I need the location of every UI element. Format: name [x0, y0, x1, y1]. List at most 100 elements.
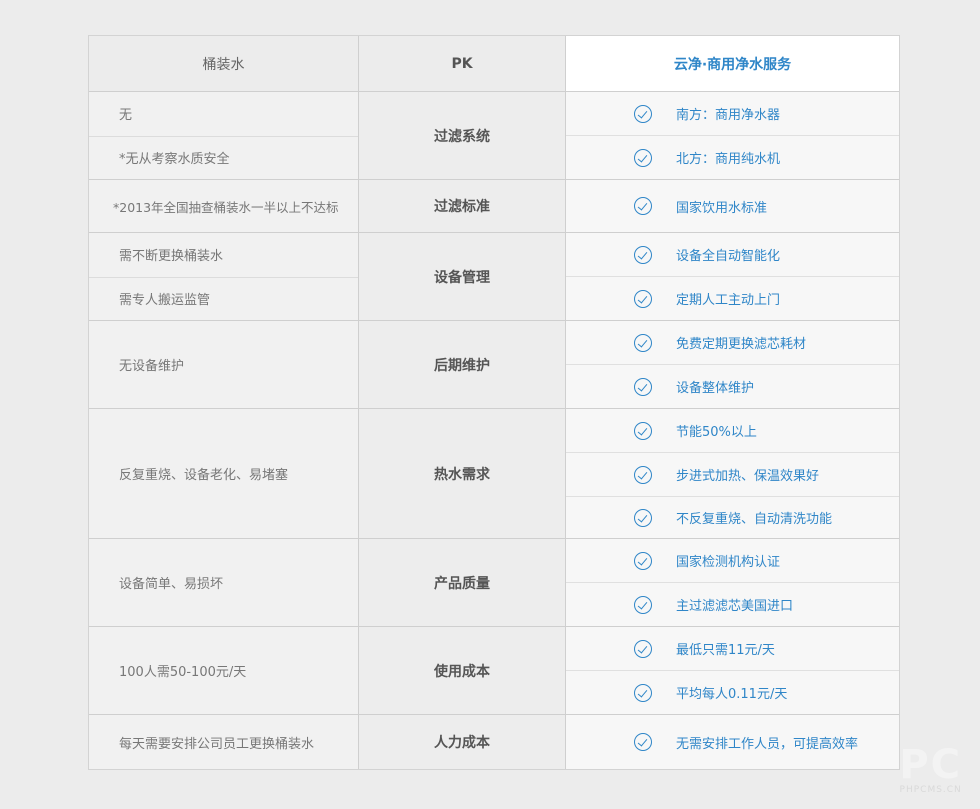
service-feature-text: 设备全自动智能化 — [676, 249, 781, 264]
table-row: 每天需要安排公司员工更换桶装水 人力成本 无需安排工作人员，可提高效率 — [89, 714, 899, 769]
service-feature-text: 不反复重烧、自动清洗功能 — [676, 512, 833, 527]
bottled-water-cell: *2013年全国抽查桶装水一半以上不达标 — [89, 180, 359, 232]
header-pk: PK — [359, 36, 566, 91]
table-row: 需不断更换桶装水需专人搬运监管 设备管理 设备全自动智能化 定期人工主动上门 — [89, 232, 899, 320]
check-circle-icon — [634, 551, 652, 570]
check-circle-icon — [634, 333, 652, 352]
comparison-table: 桶装水 PK 云净·商用净水服务 无 *无从考察水质安全 过滤系统 南方：商用净水器北… — [88, 35, 900, 770]
service-feature-text: 步进式加热、保温效果好 — [676, 469, 820, 484]
bottled-water-cell: 需不断更换桶装水需专人搬运监管 — [89, 233, 359, 320]
category-cell: 热水需求 — [359, 409, 566, 538]
header-bottled-water: 桶装水 — [89, 36, 359, 91]
service-cell: 设备全自动智能化 定期人工主动上门 — [566, 233, 899, 320]
service-cell: 节能50%以上步进式加热、保温效果好 不反复重烧、自动清洗功能 — [566, 409, 899, 538]
bottled-water-text: 无设备维护 — [119, 359, 185, 374]
service-feature-text: 主过滤滤芯美国进口 — [676, 599, 794, 614]
table-row: 设备简单、易损坏 产品质量 国家检测机构认证 主过滤滤芯美国进口 — [89, 538, 899, 626]
table-row: *2013年全国抽查桶装水一半以上不达标 过滤标准 国家饮用水标准 — [89, 179, 899, 232]
category-cell: 过滤系统 — [359, 92, 566, 179]
bottled-water-text: 需专人搬运监管 — [89, 276, 358, 321]
service-feature: 国家检测机构认证 — [566, 539, 899, 582]
service-feature-text: 定期人工主动上门 — [676, 293, 781, 308]
service-feature: 北方：商用纯水机 — [566, 135, 899, 179]
bottled-water-cell: 设备简单、易损坏 — [89, 539, 359, 626]
category-label: 使用成本 — [434, 663, 490, 680]
service-feature-text: 平均每人0.11元/天 — [676, 687, 788, 702]
check-circle-icon — [634, 508, 652, 527]
bottled-water-text: *无从考察水质安全 — [89, 135, 358, 180]
bottled-water-text: *2013年全国抽查桶装水一半以上不达标 — [113, 199, 339, 215]
category-cell: 人力成本 — [359, 715, 566, 769]
service-feature-text: 南方：商用净水器 — [676, 108, 781, 123]
watermark-site: PHPCMS.CN — [899, 785, 962, 795]
category-cell: 产品质量 — [359, 539, 566, 626]
check-circle-icon — [634, 683, 652, 702]
header-yunjing-service: 云净·商用净水服务 — [566, 36, 899, 91]
service-feature-text: 无需安排工作人员，可提高效率 — [676, 736, 859, 752]
check-circle-icon — [634, 289, 652, 308]
table-row: 100人需50-100元/天 使用成本 最低只需11元/天 平均每人0.11元/天 — [89, 626, 899, 714]
bottled-water-cell: 反复重烧、设备老化、易堵塞 — [89, 409, 359, 538]
check-circle-icon — [634, 595, 652, 614]
service-feature: 节能50%以上 — [566, 409, 899, 452]
table-header: 桶装水 PK 云净·商用净水服务 — [89, 36, 899, 91]
bottled-water-text: 100人需50-100元/天 — [119, 665, 247, 680]
service-feature-text: 设备整体维护 — [676, 381, 755, 396]
check-circle-icon — [634, 104, 652, 123]
bottled-water-cell: 100人需50-100元/天 — [89, 627, 359, 714]
check-circle-icon — [634, 377, 652, 396]
category-cell: 设备管理 — [359, 233, 566, 320]
service-feature-text: 免费定期更换滤芯耗材 — [676, 337, 807, 352]
table-row: 无设备维护 后期维护 免费定期更换滤芯耗材 设备整体维护 — [89, 320, 899, 408]
check-circle-icon — [634, 421, 652, 440]
category-cell: 过滤标准 — [359, 180, 566, 232]
service-feature: 步进式加热、保温效果好 — [566, 452, 899, 496]
bottled-water-cell: 无 *无从考察水质安全 — [89, 92, 359, 179]
category-label: 热水需求 — [434, 466, 490, 483]
service-feature: 定期人工主动上门 — [566, 276, 899, 320]
category-label: 设备管理 — [434, 269, 490, 286]
service-feature: 设备全自动智能化 — [566, 233, 899, 276]
service-feature: 设备整体维护 — [566, 364, 899, 408]
category-label: 过滤标准 — [434, 199, 490, 215]
bottled-water-cell: 无设备维护 — [89, 321, 359, 408]
service-feature: 免费定期更换滤芯耗材 — [566, 321, 899, 364]
service-cell: 最低只需11元/天 平均每人0.11元/天 — [566, 627, 899, 714]
check-circle-icon — [634, 148, 652, 167]
service-feature: 不反复重烧、自动清洗功能 — [566, 496, 899, 538]
check-circle-icon — [634, 639, 652, 658]
service-feature-text: 北方：商用纯水机 — [676, 152, 781, 167]
category-label: 后期维护 — [434, 357, 490, 374]
category-label: 产品质量 — [434, 575, 490, 592]
service-feature-text: 最低只需11元/天 — [676, 643, 775, 658]
service-cell: 免费定期更换滤芯耗材 设备整体维护 — [566, 321, 899, 408]
check-circle-icon — [634, 197, 652, 215]
check-circle-icon — [634, 245, 652, 264]
bottled-water-text: 需不断更换桶装水 — [119, 249, 224, 265]
table-row: 无 *无从考察水质安全 过滤系统 南方：商用净水器 北方：商用纯水机 — [89, 91, 899, 179]
service-feature: 无需安排工作人员，可提高效率 — [566, 715, 899, 769]
bottled-water-text: 无 — [119, 108, 133, 124]
category-cell: 使用成本 — [359, 627, 566, 714]
check-circle-icon — [634, 733, 652, 751]
service-cell: 国家检测机构认证 主过滤滤芯美国进口 — [566, 539, 899, 626]
service-feature: 最低只需11元/天 — [566, 627, 899, 670]
category-label: 过滤系统 — [434, 128, 490, 145]
bottled-water-cell: 每天需要安排公司员工更换桶装水 — [89, 715, 359, 769]
service-feature-text: 节能50%以上 — [676, 425, 757, 440]
bottled-water-text: 每天需要安排公司员工更换桶装水 — [119, 736, 315, 752]
service-feature: 南方：商用净水器 — [566, 92, 899, 135]
bottled-water-text: 设备简单、易损坏 — [119, 577, 224, 592]
watermark: PC PHPCMS.CN — [899, 745, 962, 795]
service-cell: 国家饮用水标准 — [566, 180, 899, 232]
bottled-water-text: 反复重烧、设备老化、易堵塞 — [119, 468, 289, 483]
service-feature: 国家饮用水标准 — [566, 180, 899, 232]
service-feature-text: 国家检测机构认证 — [676, 555, 781, 570]
category-cell: 后期维护 — [359, 321, 566, 408]
service-cell: 无需安排工作人员，可提高效率 — [566, 715, 899, 769]
service-feature-text: 国家饮用水标准 — [676, 200, 768, 216]
check-circle-icon — [634, 465, 652, 484]
category-label: 人力成本 — [434, 735, 490, 751]
watermark-logo: PC — [899, 742, 962, 788]
service-cell: 南方：商用净水器 北方：商用纯水机 — [566, 92, 899, 179]
